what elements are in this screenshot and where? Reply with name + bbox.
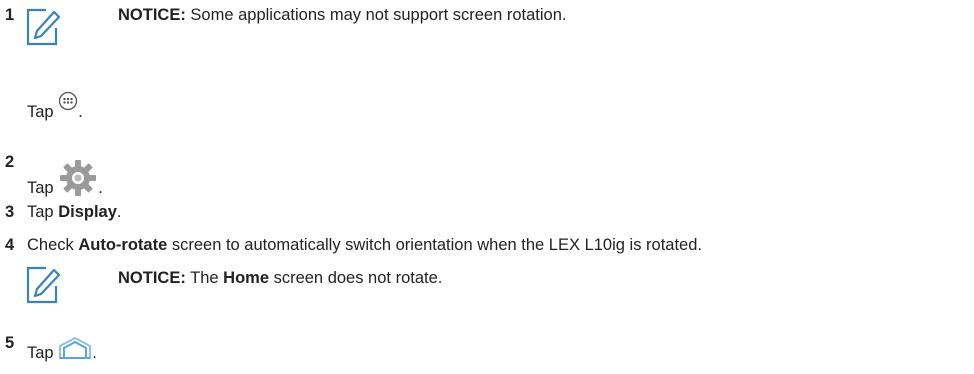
notice-1-label: NOTICE: <box>118 6 186 24</box>
step-tap-apps-pre: Tap <box>27 103 59 121</box>
step-5-post: . <box>92 344 97 362</box>
step-2-post: . <box>98 179 103 197</box>
notice-2-label: NOTICE: <box>118 269 186 287</box>
step-tap-apps: Tap . <box>27 91 83 122</box>
notice-2-bold: Home <box>223 269 269 287</box>
step-5: Tap . <box>27 334 97 363</box>
step-number-1: 1 <box>5 6 15 24</box>
step-2: Tap . <box>27 153 103 198</box>
step-4: Check Auto-rotate screen to automaticall… <box>27 236 702 255</box>
notice-2: NOTICE: The Home screen does not rotate. <box>118 269 442 288</box>
notice-2-post: screen does not rotate. <box>269 269 443 287</box>
step-3-bold: Display <box>58 203 117 221</box>
notice-2-pre: The <box>185 269 224 287</box>
step-number-4: 4 <box>5 236 15 254</box>
step-4-bold: Auto-rotate <box>78 236 168 254</box>
settings-gear-icon[interactable] <box>58 158 98 198</box>
notice-pencil-icon <box>26 266 61 304</box>
step-4-pre: Check <box>27 236 79 254</box>
step-number-5: 5 <box>5 334 15 352</box>
apps-grid-icon[interactable] <box>58 91 78 111</box>
step-tap-apps-post: . <box>78 103 83 121</box>
notice-pencil-icon <box>26 8 61 46</box>
step-3: Tap Display. <box>27 203 121 222</box>
notice-1: NOTICE: Some applications may not suppor… <box>118 6 566 25</box>
step-4-post: screen to automatically switch orientati… <box>167 236 702 254</box>
step-number-3: 3 <box>5 203 15 221</box>
notice-1-text: Some applications may not support screen… <box>185 6 567 24</box>
step-3-post: . <box>116 203 122 221</box>
step-3-pre: Tap <box>27 203 59 221</box>
step-2-pre: Tap <box>27 179 59 197</box>
home-icon[interactable] <box>58 336 92 360</box>
step-number-2: 2 <box>5 153 15 171</box>
step-5-pre: Tap <box>27 344 59 362</box>
